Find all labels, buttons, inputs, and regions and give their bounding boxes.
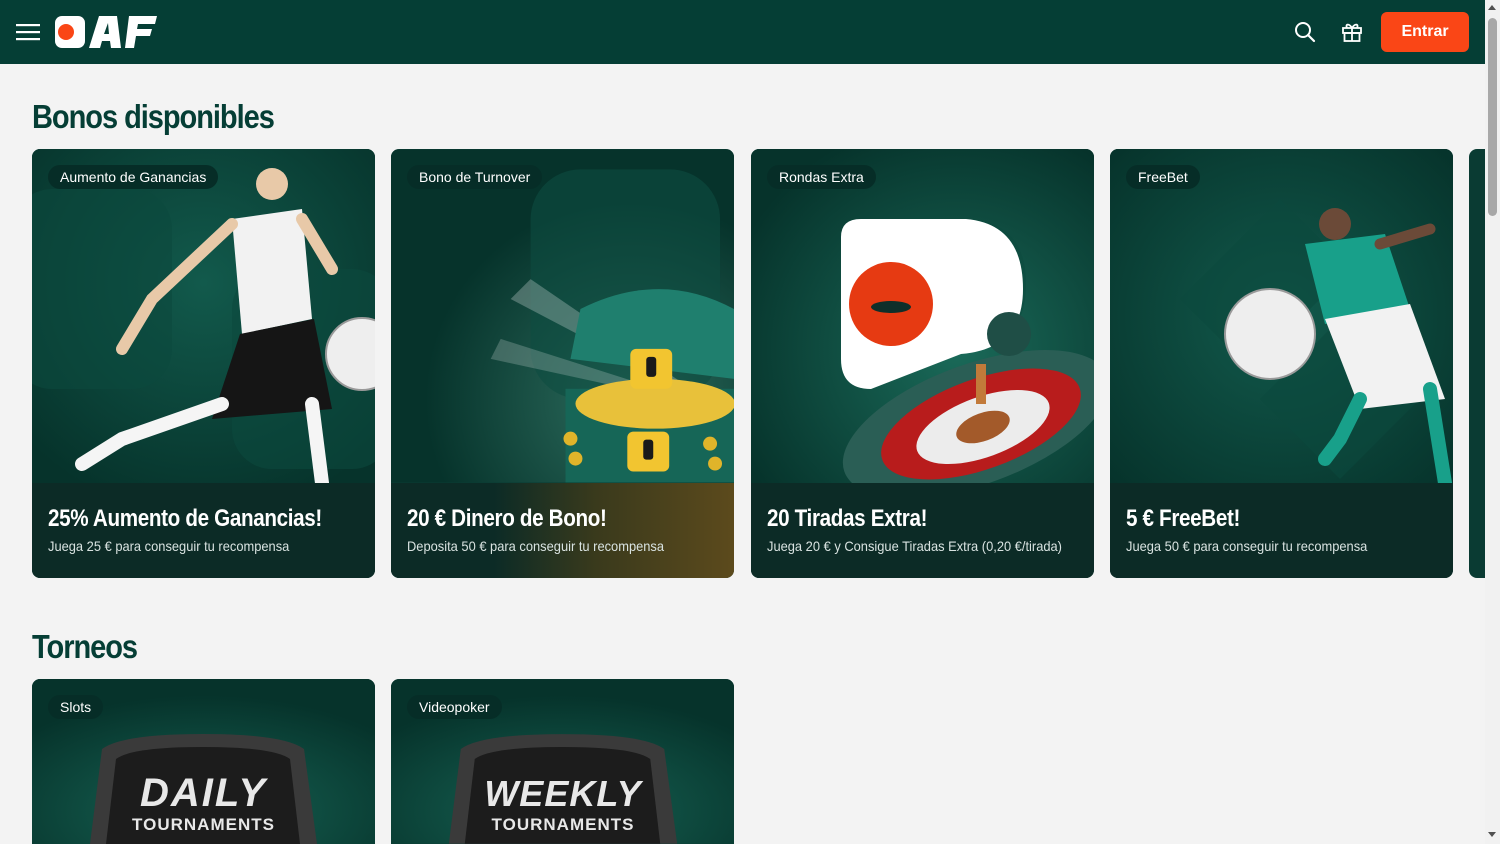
next-bonus-card-peek[interactable] (1469, 149, 1485, 578)
tournament-art-subtitle: TOURNAMENTS (491, 815, 635, 834)
card-title: 20 Tiradas Extra! (767, 505, 928, 532)
search-icon (1295, 22, 1316, 43)
tournament-card-weekly[interactable]: Videopoker WEEKLY TOURNAMENTS (391, 679, 734, 844)
card-footer: 25% Aumento de Ganancias! Juega 25 € par… (32, 483, 375, 578)
bonus-type-badge: Bono de Turnover (407, 165, 543, 189)
scroll-up-arrow-icon[interactable] (1488, 5, 1496, 10)
scroll-down-arrow-icon[interactable] (1488, 832, 1496, 837)
tournament-art-title: WEEKLY (484, 773, 642, 814)
footballer-image (32, 149, 375, 483)
bonus-section-title: Bonos disponibles (32, 98, 275, 135)
bonus-type-badge: FreeBet (1126, 165, 1200, 189)
treasure-chest-image (391, 149, 734, 483)
login-button[interactable]: Entrar (1381, 12, 1469, 52)
bonus-card-extra-spins[interactable]: Rondas Extra 20 Tiradas Extra! Juega 20 … (751, 149, 1094, 578)
menu-icon (16, 24, 40, 41)
card-footer: 5 € FreeBet! Juega 50 € para conseguir t… (1110, 483, 1453, 578)
footballer-image (1110, 149, 1453, 483)
tournament-section-title: Torneos (32, 628, 138, 665)
gift-icon (1342, 23, 1362, 42)
bonus-card-freebet[interactable]: FreeBet 5 € FreeBet! Juega 50 € para con… (1110, 149, 1453, 578)
card-title: 5 € FreeBet! (1126, 505, 1241, 532)
gift-button[interactable] (1340, 20, 1364, 44)
card-subtitle: Juega 20 € y Consigue Tiradas Extra (0,2… (767, 538, 1062, 554)
menu-button[interactable] (16, 20, 40, 44)
paf-logo[interactable] (55, 16, 157, 53)
card-title: 20 € Dinero de Bono! (407, 505, 607, 532)
card-subtitle: Deposita 50 € para conseguir tu recompen… (407, 538, 665, 554)
tournament-art-title: DAILY (139, 771, 268, 815)
card-footer: 20 Tiradas Extra! Juega 20 € y Consigue … (751, 483, 1094, 578)
card-subtitle: Juega 50 € para conseguir tu recompensa (1126, 538, 1368, 554)
tournament-card-daily[interactable]: Slots DAILY TOURNAMENTS (32, 679, 375, 844)
bonus-card-turnover[interactable]: Bono de Turnover 20 € Dinero de Bono! De… (391, 149, 734, 578)
search-button[interactable] (1293, 20, 1317, 44)
roulette-image (751, 149, 1094, 483)
top-header: Entrar (0, 0, 1485, 64)
card-footer: 20 € Dinero de Bono! Deposita 50 € para … (391, 483, 734, 578)
card-subtitle: Juega 25 € para conseguir tu recompensa (48, 538, 290, 554)
bonus-type-badge: Rondas Extra (767, 165, 876, 189)
card-title: 25% Aumento de Ganancias! (48, 505, 322, 532)
bonus-type-badge: Aumento de Ganancias (48, 165, 219, 189)
tournament-art-subtitle: TOURNAMENTS (132, 815, 275, 834)
tournament-category-badge: Slots (48, 695, 104, 719)
page-scrollbar[interactable] (1485, 0, 1500, 844)
scrollbar-thumb[interactable] (1488, 18, 1497, 216)
tournament-category-badge: Videopoker (407, 695, 502, 719)
bonus-card-winnings-boost[interactable]: Aumento de Ganancias 25% Aumento de Gana… (32, 149, 375, 578)
